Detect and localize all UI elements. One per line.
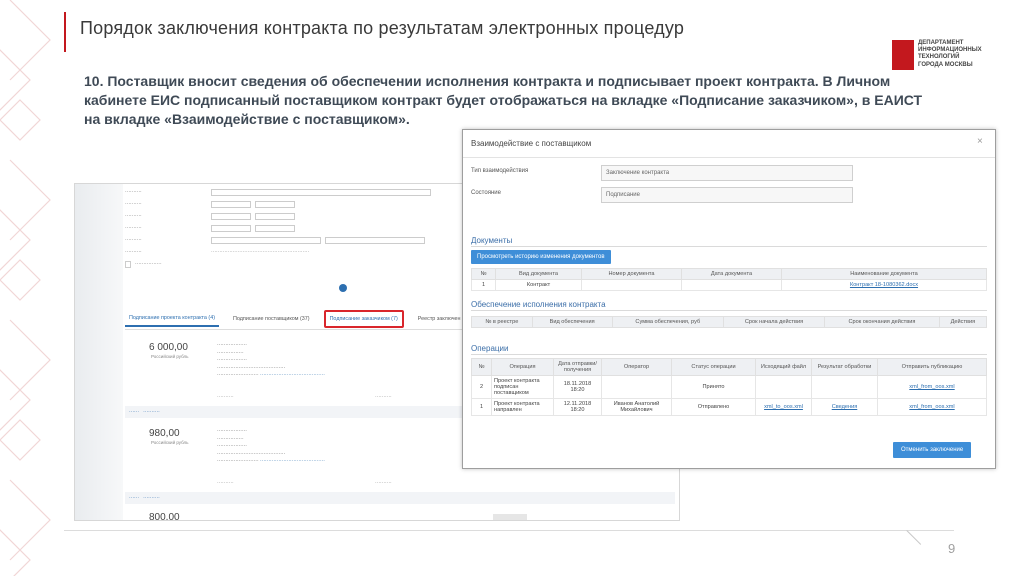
table-header-row: № Операция Дата отправки/ получения Опер… (471, 358, 987, 376)
operations-table: № Операция Дата отправки/ получения Опер… (471, 358, 987, 416)
cancel-conclusion-button[interactable]: Отменить заключение (893, 442, 972, 458)
slide-title: Порядок заключения контракта по результа… (80, 18, 685, 38)
contract-info: ·················· ················ ······… (217, 342, 325, 379)
field-interaction-type: Заключение контракта (601, 165, 853, 181)
table-row: 1 Контракт Контракт 18-1080362.docx (471, 279, 987, 291)
filter-form: ·········· ·········· ·········· ·······… (125, 186, 455, 270)
contract-card: 980,00 Российский рубль ················… (125, 428, 465, 488)
security-section-title: Обеспечение исполнения контракта (471, 300, 606, 309)
table-header-row: № в реестре Вид обеспечения Сумма обеспе… (471, 316, 988, 328)
publication-file-link[interactable]: xml_from_oos.xml (909, 404, 954, 410)
contract-currency: Российский рубль (151, 440, 189, 445)
logo-mark (892, 40, 914, 70)
field-label-interaction-type: Тип взаимодействия (471, 168, 529, 174)
field-label-state: Состояние (471, 190, 501, 196)
dialog-title: Взаимодействие с поставщиком (471, 139, 592, 148)
contract-card: 6 000,00 Российский рубль ··············… (125, 342, 465, 402)
card-actions-row[interactable]: ······ ·········· (125, 492, 675, 504)
dialog-header: Взаимодействие с поставщиком × (463, 130, 995, 158)
footer-divider (64, 530, 954, 531)
documents-table: № Вид документа Номер документа Дата док… (471, 268, 987, 291)
page-number: 9 (948, 541, 956, 556)
supplier-interaction-dialog: Взаимодействие с поставщиком × Тип взаим… (462, 129, 996, 469)
security-table: № в реестре Вид обеспечения Сумма обеспе… (471, 316, 988, 328)
table-row: 1 Проект контракта направлен 12.11.2018 … (471, 398, 987, 416)
sidebar-shade (75, 184, 123, 520)
processing-result-link[interactable]: Сведения (832, 404, 858, 410)
logo-text: ДЕПАРТАМЕНТ ИНФОРМАЦИОННЫХ ТЕХНОЛОГИЙ ГО… (918, 40, 982, 68)
step-description: 10. Поставщик вносит сведения об обеспеч… (84, 73, 923, 127)
close-icon[interactable]: × (977, 136, 983, 147)
title-accent-line (64, 12, 66, 52)
footer-divider-tick (906, 530, 922, 545)
contract-currency: Российский рубль (151, 354, 189, 359)
filters-toggle-icon[interactable] (339, 284, 347, 292)
contract-card: 800,00 (125, 512, 465, 521)
field-state: Подписание (601, 187, 853, 203)
contract-price: 800,00 (149, 512, 180, 521)
publication-file-link[interactable]: xml_from_oos.xml (909, 384, 954, 390)
table-header-row: № Вид документа Номер документа Дата док… (471, 268, 987, 280)
operations-section-title: Операции (471, 344, 509, 353)
left-decoration (0, 0, 60, 576)
department-logo: ДЕПАРТАМЕНТ ИНФОРМАЦИОННЫХ ТЕХНОЛОГИЙ ГО… (892, 40, 1002, 74)
history-button[interactable]: Просмотреть историю изменения документов (471, 250, 611, 264)
table-row: 2 Проект контракта подписан поставщиком … (471, 375, 987, 399)
tab-supplier-signing[interactable]: Подписание поставщиком (37) (229, 312, 314, 326)
documents-section-title: Документы (471, 236, 513, 245)
document-link[interactable]: Контракт 18-1080362.docx (850, 282, 918, 288)
outgoing-file-link[interactable]: xml_to_oos.xml (764, 404, 803, 410)
tab-project-signing[interactable]: Подписание проекта контракта (4) (125, 311, 220, 327)
card-button[interactable] (493, 514, 527, 520)
tab-customer-signing[interactable]: Подписание заказчиком (7) (323, 309, 404, 328)
contract-info: ·················· ················ ······… (217, 428, 325, 465)
contract-price: 6 000,00 (149, 342, 188, 353)
contract-price: 980,00 (149, 428, 180, 439)
